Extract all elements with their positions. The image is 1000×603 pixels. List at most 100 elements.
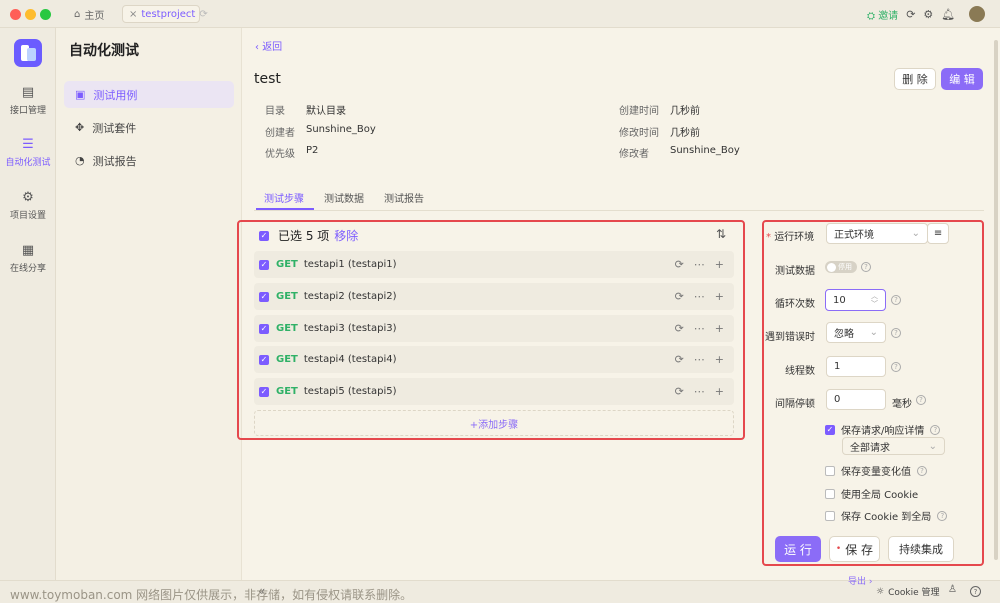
modified-label: 修改时间 [619,128,659,139]
more-icon[interactable]: ⋯ [694,353,705,366]
nav-item-reports[interactable]: ◔ 测试报告 [64,147,234,174]
error-select[interactable]: 忽略 ⌄ [826,322,886,343]
save-detail-checkbox[interactable]: ✓ [825,424,835,435]
close-tab-icon[interactable]: × [129,9,137,20]
tab-report[interactable]: 测试报告 [384,190,424,205]
step-row[interactable]: ✓ GET testapi5 (testapi5) ⟳ ⋯ + [254,378,734,405]
cookie-manager-button[interactable]: ☼ Cookie 管理 [876,585,940,599]
rail-item-settings[interactable]: ⚙ 项目设置 [0,190,56,221]
scrollbar[interactable] [994,40,998,560]
save-button[interactable]: • 保 存 [829,536,880,562]
add-icon[interactable]: + [715,385,724,398]
more-icon[interactable]: ⋯ [694,290,705,303]
step-checkbox[interactable]: ✓ [259,323,269,334]
nav-item-suites[interactable]: ✥ 测试套件 [64,114,234,141]
sort-icon[interactable]: ⇅ [716,227,726,241]
refresh-icon[interactable]: ⟳ [675,353,684,366]
testcase-name: test [254,71,281,87]
add-step-button[interactable]: +添加步骤 [254,410,734,436]
help-icon: ? [917,465,927,476]
add-icon[interactable]: + [715,290,724,303]
save-cookie-checkbox[interactable] [825,510,835,521]
save-var-checkbox[interactable] [825,465,835,476]
env-menu-button[interactable]: ≡ [927,223,949,244]
save-var-option[interactable]: 保存变量变化值 ? [825,463,927,478]
use-cookie-option[interactable]: 使用全局 Cookie [825,486,918,501]
stepper-icon[interactable]: ︿ ﹀ [871,292,878,308]
run-button[interactable]: 运 行 [775,536,821,562]
shirt-icon[interactable]: ♙ [948,584,957,595]
interval-label: 间隔停顿 [775,399,815,410]
invite-button[interactable]: ⛭ 邀请 [867,7,898,22]
report-icon: ◔ [75,154,85,167]
delete-button[interactable]: 删 除 [894,68,936,90]
interval-input[interactable]: 0 [826,389,886,410]
edit-button[interactable]: 编 辑 [941,68,983,90]
priority-label: 优先级 [265,149,295,160]
help-icon: ? [891,362,901,372]
use-cookie-checkbox[interactable] [825,488,835,499]
save-detail-option[interactable]: ✓ 保存请求/响应详情 ? [825,422,941,437]
more-icon[interactable]: ⋯ [694,385,705,398]
more-icon[interactable]: ⋯ [694,322,705,335]
nav-item-testcases[interactable]: ▣ 测试用例 [64,81,234,108]
refresh-tab-icon[interactable]: ⟳ [199,9,207,20]
interval-unit: 毫秒 [892,399,912,410]
step-row[interactable]: ✓ GET testapi3 (testapi3) ⟳ ⋯ + [254,315,734,342]
select-all-checkbox[interactable]: ✓ [259,230,269,241]
step-checkbox[interactable]: ✓ [259,386,269,397]
add-icon[interactable]: + [715,353,724,366]
refresh-icon[interactable]: ⟳ [675,258,684,271]
tab-testproject[interactable]: × testproject ⟳ [122,5,208,23]
step-checkbox[interactable]: ✓ [259,259,269,270]
add-icon[interactable]: + [715,258,724,271]
suite-icon: ✥ [75,121,85,134]
refresh-icon[interactable]: ⟳ [675,290,684,303]
save-cookie-option[interactable]: 保存 Cookie 到全局 ? [825,508,948,523]
nav-title: 自动化测试 [69,43,139,59]
gear-icon[interactable]: ⚙ [923,8,933,21]
step-row[interactable]: ✓ GET testapi2 (testapi2) ⟳ ⋯ + [254,283,734,310]
creator-label: 创建者 [265,128,295,139]
rail-item-share[interactable]: ▦ 在线分享 [0,243,56,274]
step-row[interactable]: ✓ GET testapi1 (testapi1) ⟳ ⋯ + [254,251,734,278]
rail-item-autotest[interactable]: ☰ 自动化测试 [0,137,56,168]
maximize-window-button[interactable] [40,9,51,20]
data-toggle[interactable]: 停用 [825,261,857,273]
data-label: 测试数据 [775,266,815,277]
remove-link[interactable]: 移除 [334,227,358,244]
ci-button[interactable]: 持续集成 [888,536,954,562]
step-row[interactable]: ✓ GET testapi4 (testapi4) ⟳ ⋯ + [254,346,734,373]
tab-data[interactable]: 测试数据 [324,190,364,205]
close-window-button[interactable] [10,9,21,20]
add-icon[interactable]: + [715,322,724,335]
rail-item-api[interactable]: ▤ 接口管理 [0,85,56,116]
bell-icon[interactable]: 🔔︎ [941,8,955,21]
avatar[interactable] [969,6,986,22]
refresh-icon[interactable]: ⟳ [675,322,684,335]
created-label: 创建时间 [619,106,659,117]
active-tab-indicator [256,208,314,210]
requests-select[interactable]: 全部请求 ⌄ [842,437,945,455]
tab-steps[interactable]: 测试步骤 [264,190,304,205]
env-label: * 运行环境 [766,232,815,243]
testcase-icon: ▣ [75,88,86,101]
step-checkbox[interactable]: ✓ [259,291,269,302]
home-icon: ⌂ [74,9,81,20]
more-icon[interactable]: ⋯ [694,258,705,271]
sync-icon[interactable]: ⟳ [906,8,915,21]
step-checkbox[interactable]: ✓ [259,354,269,365]
export-link[interactable]: 导出 › [848,574,872,587]
env-select[interactable]: 正式环境 ⌄ [826,223,928,244]
help-icon[interactable]: ? [970,586,981,597]
share-icon: ▦ [21,243,35,258]
threads-input[interactable]: 1 [826,356,886,377]
tab-home[interactable]: ⌂ 主页 [74,6,104,23]
help-icon: ? [891,328,901,338]
loop-input[interactable]: 10 ︿ ﹀ [825,289,886,311]
minimize-window-button[interactable] [25,9,36,20]
back-link[interactable]: ‹ 返回 [255,38,282,53]
loop-label: 循环次数 [775,299,815,310]
refresh-icon[interactable]: ⟳ [675,385,684,398]
created-value: 几秒前 [670,106,700,117]
